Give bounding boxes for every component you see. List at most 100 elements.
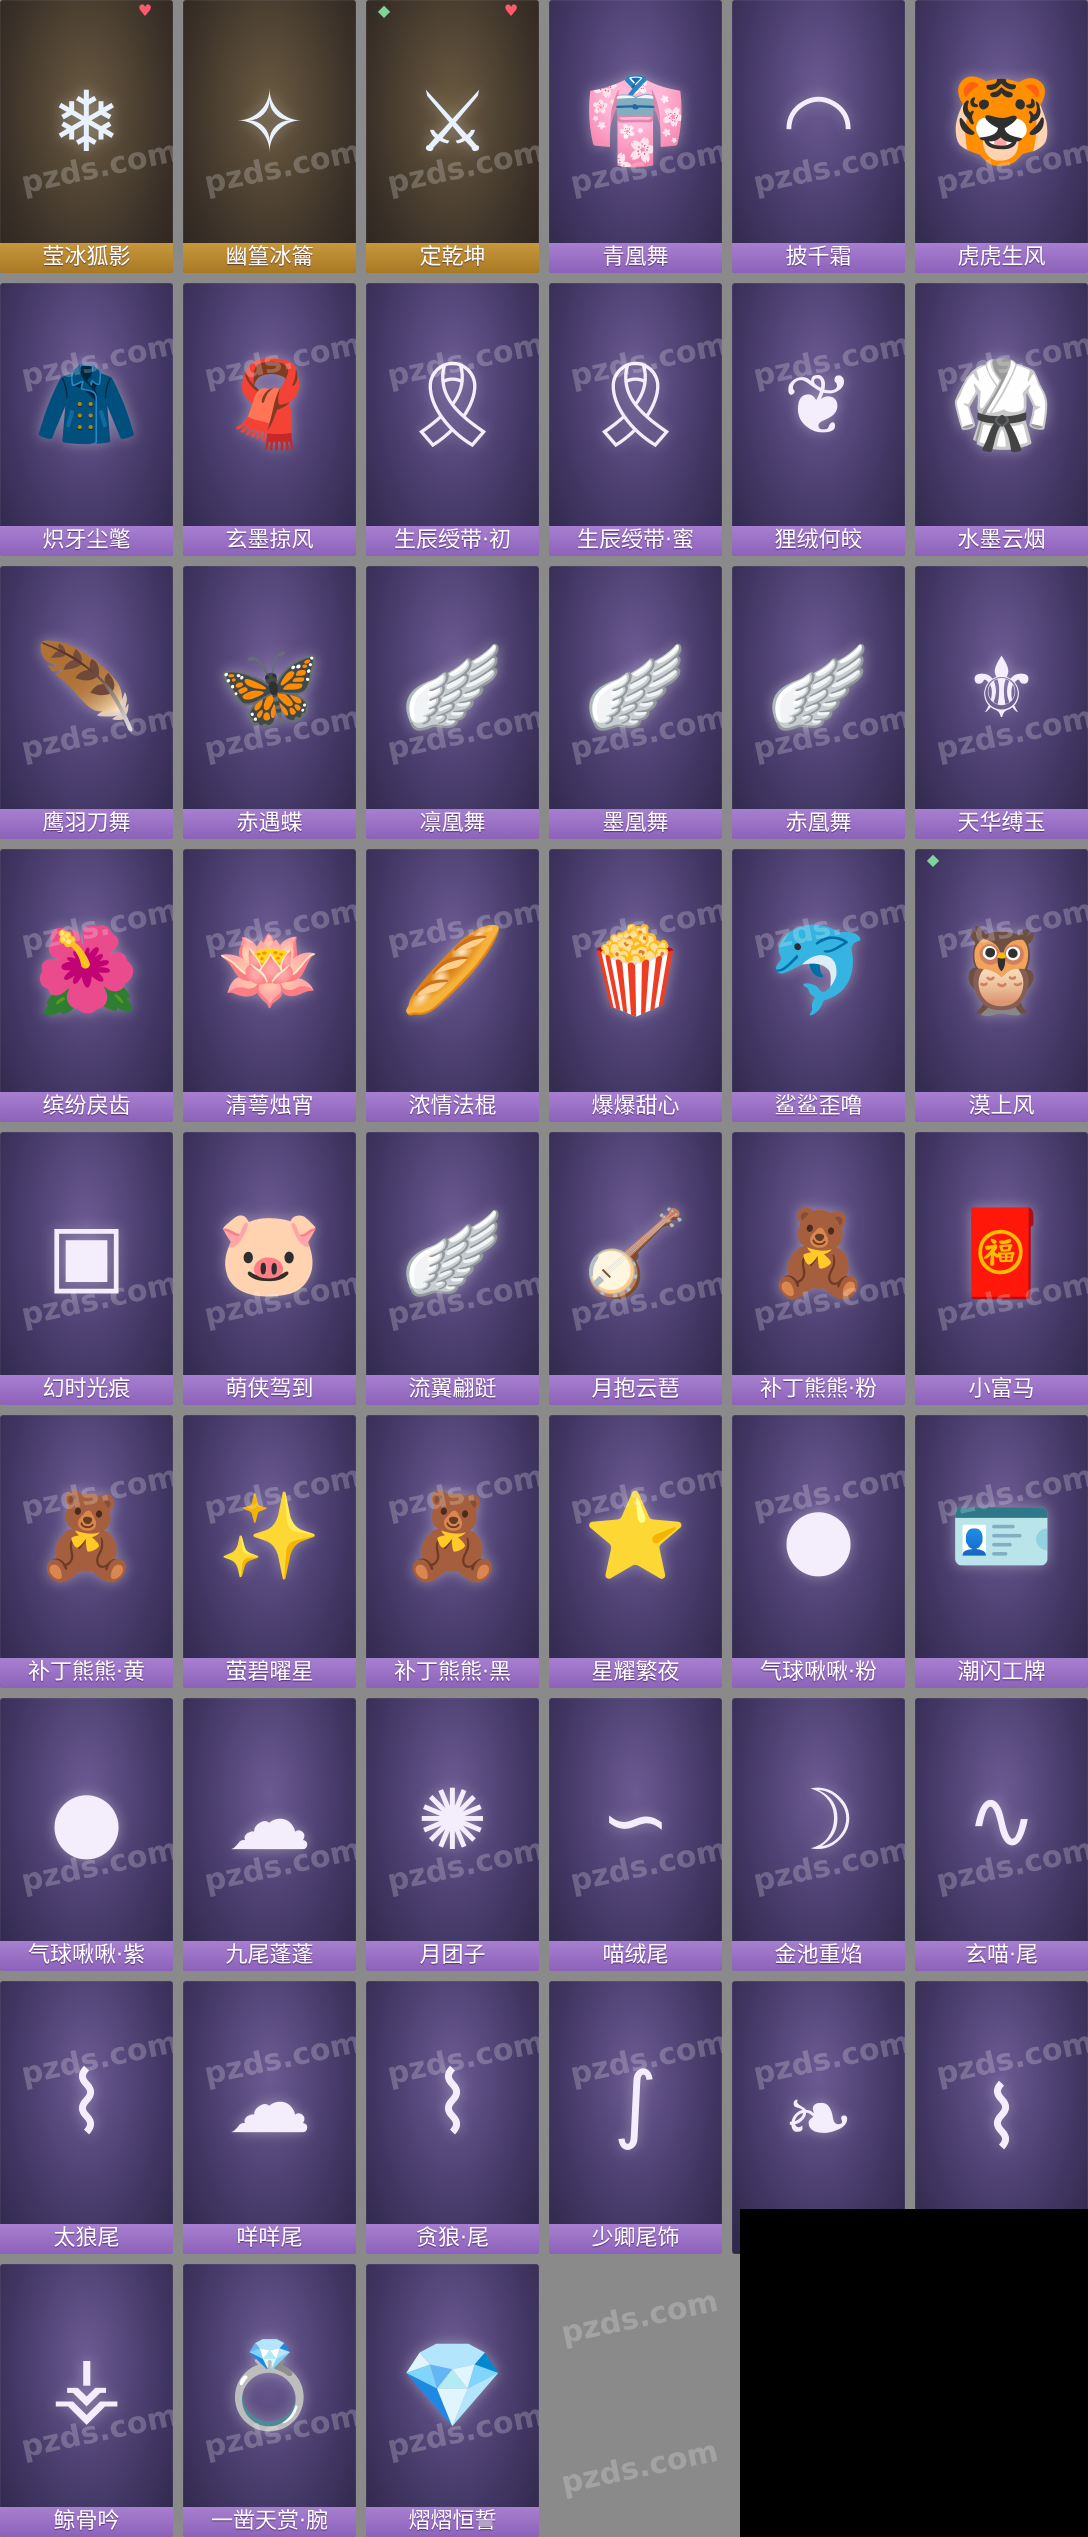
white-wings-icon: 🪽: [366, 1132, 539, 1375]
item-card[interactable]: 🧸 pzds.com 补丁熊熊·黄: [0, 1415, 173, 1688]
item-glyph: 🐷: [217, 1204, 322, 1302]
item-glyph: ∽: [600, 1770, 671, 1869]
item-name: 炽牙尘氅: [0, 526, 173, 556]
item-grid: ❄ pzds.com 莹冰狐影 ♥ ✧ pzds.com 幽篁冰籥 ⚔ pzds.com 定乾坤 ♥…: [0, 0, 1088, 2537]
item-name: 玄喵·尾: [915, 1941, 1088, 1971]
item-card[interactable]: 👘 pzds.com 青凰舞: [549, 0, 722, 273]
item-card[interactable]: 🦉 pzds.com 漠上风 ◆: [915, 849, 1088, 1122]
item-name: 墨凰舞: [549, 809, 722, 839]
item-card[interactable]: ❄ pzds.com 莹冰狐影 ♥: [0, 0, 173, 273]
item-card[interactable]: ⚜ pzds.com 天华缚玉: [915, 566, 1088, 839]
item-card[interactable]: 🧸 pzds.com 补丁熊熊·粉: [732, 1132, 905, 1405]
item-card[interactable]: 🪷 pzds.com 清萼烛宵: [183, 849, 356, 1122]
tag-icon: ◆: [377, 1, 391, 20]
item-name: 气球啾啾·紫: [0, 1941, 173, 1971]
item-name: 咩咩尾: [183, 2224, 356, 2254]
item-name: 潮闪工牌: [915, 1658, 1088, 1688]
item-glyph: ⚶: [50, 2336, 123, 2435]
item-card[interactable]: ✧ pzds.com 幽篁冰籥: [183, 0, 356, 273]
item-name: 金池重焰: [732, 1941, 905, 1971]
item-card[interactable]: 💎 pzds.com 熠熠恒誓: [366, 2264, 539, 2537]
item-card[interactable]: 🎗 pzds.com 生辰绶带·初: [366, 283, 539, 556]
item-card[interactable]: ✺ pzds.com 月团子: [366, 1698, 539, 1971]
watermark: pzds.com: [558, 2283, 722, 2352]
item-card[interactable]: 🐷 pzds.com 萌侠驾到: [183, 1132, 356, 1405]
item-glyph: 🌺: [34, 921, 139, 1019]
item-card[interactable]: ∫ pzds.com 少卿尾饰: [549, 1981, 722, 2254]
item-name: 鲸骨吟: [0, 2507, 173, 2537]
item-name: 漠上风: [915, 1092, 1088, 1122]
item-glyph: ∿: [966, 1770, 1037, 1869]
item-card[interactable]: ∽ pzds.com 喵绒尾: [549, 1698, 722, 1971]
item-card[interactable]: ☁ pzds.com 咩咩尾: [183, 1981, 356, 2254]
bone-pendant-icon: ⚶: [0, 2264, 173, 2507]
item-card[interactable]: 🥋 pzds.com 水墨云烟: [915, 283, 1088, 556]
item-card[interactable]: 🎗 pzds.com 生辰绶带·蜜: [549, 283, 722, 556]
item-card[interactable]: 🐯 pzds.com 虎虎生风: [915, 0, 1088, 273]
item-glyph: 🪽: [583, 638, 688, 736]
item-card[interactable]: 🪽 pzds.com 凛凰舞: [366, 566, 539, 839]
item-glyph: 💍: [217, 2336, 322, 2434]
item-card[interactable]: 💍 pzds.com 一凿天赏·腕: [183, 2264, 356, 2537]
item-glyph: ✧: [234, 72, 305, 171]
item-name: 星耀繁夜: [549, 1658, 722, 1688]
item-glyph: ⌇: [65, 2053, 107, 2152]
item-card[interactable]: 🪽 pzds.com 墨凰舞: [549, 566, 722, 839]
wolf-tail-icon: ⌇: [0, 1981, 173, 2224]
item-glyph: ∫: [613, 2053, 658, 2152]
item-glyph: 🧸: [400, 1487, 505, 1585]
item-card[interactable]: ⚔ pzds.com 定乾坤 ♥ ◆: [366, 0, 539, 273]
item-glyph: 🪽: [400, 1204, 505, 1302]
item-card[interactable]: ∿ pzds.com 玄喵·尾: [915, 1698, 1088, 1971]
item-card[interactable]: ● pzds.com 气球啾啾·粉: [732, 1415, 905, 1688]
item-card[interactable]: 🧸 pzds.com 补丁熊熊·黑: [366, 1415, 539, 1688]
item-card[interactable]: 🪶 pzds.com 鹰羽刀舞: [0, 566, 173, 839]
item-card[interactable]: 🍿 pzds.com 爆爆甜心: [549, 849, 722, 1122]
item-card[interactable]: 🌺 pzds.com 缤纷戾齿: [0, 849, 173, 1122]
item-name: 定乾坤: [366, 243, 539, 273]
item-card[interactable]: 🐬 pzds.com 鲨鲨歪噜: [732, 849, 905, 1122]
item-card[interactable]: ⚶ pzds.com 鲸骨吟: [0, 2264, 173, 2537]
black-cat-tail-icon: ∿: [915, 1698, 1088, 1941]
item-card[interactable]: ● pzds.com 气球啾啾·紫: [0, 1698, 173, 1971]
item-card[interactable]: ☁ pzds.com 九尾蓬蓬: [183, 1698, 356, 1971]
item-name: 天华缚玉: [915, 809, 1088, 839]
heart-icon: ♥: [137, 1, 153, 20]
item-glyph: ⌇: [431, 2053, 473, 2152]
item-name: 流翼翩跹: [366, 1375, 539, 1405]
item-card[interactable]: 🧧 pzds.com 小富马: [915, 1132, 1088, 1405]
fluffy-ball-icon: ✺: [366, 1698, 539, 1941]
item-card[interactable]: ⭐ pzds.com 星耀繁夜: [549, 1415, 722, 1688]
item-card[interactable]: 🥖 pzds.com 浓情法棍: [366, 849, 539, 1122]
item-card[interactable]: 🪽 pzds.com 流翼翩跹: [366, 1132, 539, 1405]
item-name: 莹冰狐影: [0, 243, 173, 273]
item-card[interactable]: ⌇ pzds.com 太狼尾: [0, 1981, 173, 2254]
item-name: 喵绒尾: [549, 1941, 722, 1971]
item-name: 少卿尾饰: [549, 2224, 722, 2254]
item-name: 鲨鲨歪噜: [732, 1092, 905, 1122]
item-name: 月抱云琶: [549, 1375, 722, 1405]
item-card[interactable]: 🪕 pzds.com 月抱云琶: [549, 1132, 722, 1405]
item-name: 补丁熊熊·黄: [0, 1658, 173, 1688]
item-card[interactable]: 🦋 pzds.com 赤遇蝶: [183, 566, 356, 839]
yellow-bear-icon: 🧸: [0, 1415, 173, 1658]
item-card[interactable]: ⌇ pzds.com 贪狼·尾: [366, 1981, 539, 2254]
red-pig-icon: 🐷: [183, 1132, 356, 1375]
item-card[interactable]: ☽ pzds.com 金池重焰: [732, 1698, 905, 1971]
item-card[interactable]: ❦ pzds.com 狸绒何皎: [732, 283, 905, 556]
item-card[interactable]: 🪪 pzds.com 潮闪工牌: [915, 1415, 1088, 1688]
item-name: 赤凰舞: [732, 809, 905, 839]
item-card[interactable]: 🧥 pzds.com 炽牙尘氅: [0, 283, 173, 556]
item-name: 贪狼·尾: [366, 2224, 539, 2254]
item-glyph: ☽: [780, 1770, 857, 1869]
item-card[interactable]: ✨ pzds.com 萤碧曜星: [183, 1415, 356, 1688]
red-sash-icon: 🎗: [549, 283, 722, 526]
item-card[interactable]: 🪽 pzds.com 赤凰舞: [732, 566, 905, 839]
item-card[interactable]: ◠ pzds.com 披千霜: [732, 0, 905, 273]
pink-bear-icon: 🧸: [732, 1132, 905, 1375]
item-card[interactable]: ▣ pzds.com 幻时光痕: [0, 1132, 173, 1405]
item-name: 虎虎生风: [915, 243, 1088, 273]
red-wing-cape-icon: 🪽: [732, 566, 905, 809]
item-glyph: 🦋: [217, 638, 322, 736]
item-card[interactable]: 🧣 pzds.com 玄墨掠风: [183, 283, 356, 556]
